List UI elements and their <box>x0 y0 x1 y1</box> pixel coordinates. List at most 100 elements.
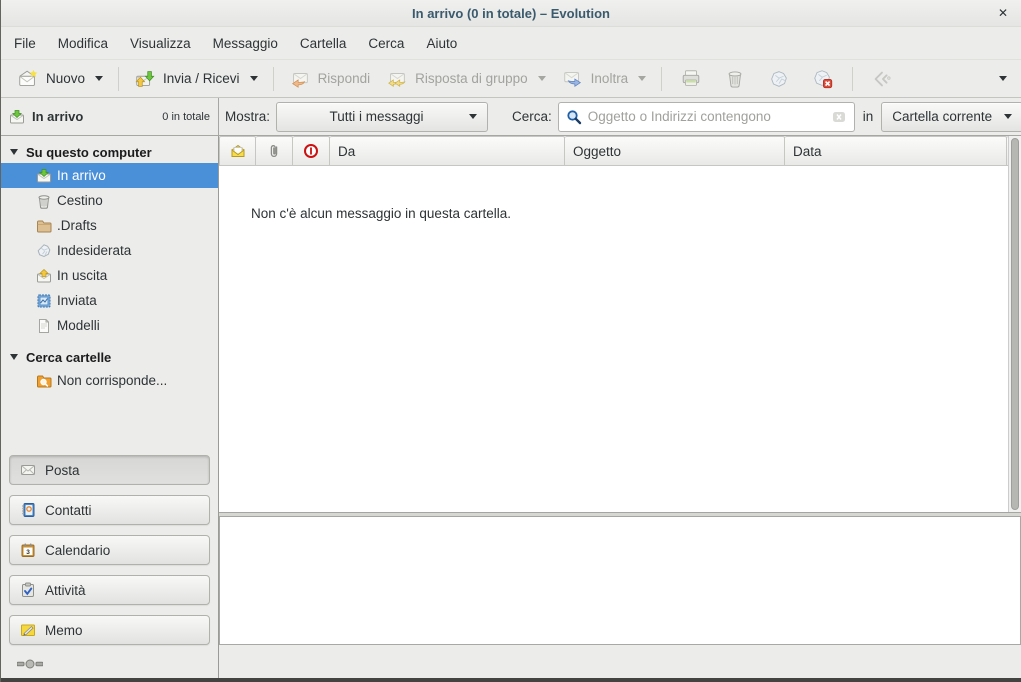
reply-button[interactable]: Rispondi <box>281 64 379 94</box>
send-receive-button[interactable]: Invia / Ricevi <box>126 64 266 94</box>
column-attachment[interactable] <box>256 136 293 166</box>
menu-visualizza[interactable]: Visualizza <box>119 31 202 56</box>
junk-icon <box>768 68 790 90</box>
status-bar <box>219 645 1021 678</box>
sidebar-item-drafts[interactable]: .Drafts <box>1 213 218 238</box>
menu-cerca[interactable]: Cerca <box>357 31 415 56</box>
search-input[interactable] <box>588 109 825 124</box>
sidebar-item-label: Indesiderata <box>57 243 131 258</box>
menu-messaggio[interactable]: Messaggio <box>202 31 289 56</box>
expander-icon[interactable] <box>10 149 18 155</box>
menu-cartella[interactable]: Cartella <box>289 31 358 56</box>
sidebar-item-label: Cestino <box>57 193 103 208</box>
current-folder-header: In arrivo 0 in totale <box>1 98 219 135</box>
tree-group-search-folders[interactable]: Cerca cartelle <box>1 346 218 368</box>
scrollbar-thumb[interactable] <box>1011 138 1019 510</box>
sidebar-item-label: In arrivo <box>57 168 106 183</box>
message-list-header: Da Oggetto Data <box>219 136 1021 166</box>
tree-group-label: Su questo computer <box>26 145 152 160</box>
inbox-icon <box>9 109 25 125</box>
search-label: Cerca: <box>512 109 552 124</box>
online-status-plug-icon[interactable] <box>17 657 43 671</box>
sidebar-item-in-arrivo[interactable]: In arrivo <box>1 163 218 188</box>
column-read-status[interactable] <box>219 136 256 166</box>
evolution-window: In arrivo (0 in totale) – Evolution ✕ Fi… <box>0 0 1021 682</box>
chevron-down-icon <box>1004 114 1012 119</box>
chevron-down-icon[interactable] <box>250 76 258 81</box>
switcher-label: Posta <box>45 463 80 478</box>
sidebar-item-non-corrisponde[interactable]: Non corrisponde... <box>1 368 218 393</box>
chevron-down-icon[interactable] <box>95 76 103 81</box>
print-button[interactable] <box>669 64 713 94</box>
switcher-memo-button[interactable]: Memo <box>9 615 210 645</box>
switcher-label: Calendario <box>45 543 110 558</box>
sidebar-item-cestino[interactable]: Cestino <box>1 188 218 213</box>
calendar-day-number: 3 <box>26 549 30 556</box>
menu-file[interactable]: File <box>3 31 47 56</box>
column-data[interactable]: Data <box>785 136 1007 166</box>
sidebar-item-modelli[interactable]: Modelli <box>1 313 218 338</box>
column-oggetto[interactable]: Oggetto <box>565 136 785 166</box>
sidebar-item-label: In uscita <box>57 268 107 283</box>
toolbar-overflow-button[interactable] <box>999 76 1007 81</box>
show-label: Mostra: <box>225 109 270 124</box>
forward-button[interactable]: Inoltra <box>554 64 655 94</box>
toolbar-separator <box>661 67 662 91</box>
back-button[interactable] <box>860 64 904 94</box>
menubar: File Modifica Visualizza Messaggio Carte… <box>1 27 1021 59</box>
reply-group-label: Risposta di gruppo <box>415 71 528 86</box>
sidebar-item-in-uscita[interactable]: In uscita <box>1 263 218 288</box>
chevron-down-icon[interactable] <box>638 76 646 81</box>
message-filter-dropdown[interactable]: Tutti i messaggi <box>276 102 488 132</box>
search-scope-dropdown[interactable]: Cartella corrente <box>881 102 1021 132</box>
window-bottom-edge <box>1 678 1021 682</box>
forward-icon <box>562 68 584 90</box>
not-junk-icon <box>812 68 834 90</box>
trash-icon <box>724 68 746 90</box>
sidebar-item-inviata[interactable]: Inviata <box>1 288 218 313</box>
column-da[interactable]: Da <box>330 136 565 166</box>
clear-search-icon[interactable] <box>831 109 847 125</box>
folder-tree: Su questo computer In arrivo <box>1 136 218 448</box>
close-icon[interactable]: ✕ <box>998 6 1008 20</box>
search-scope-value: Cartella corrente <box>892 109 1001 124</box>
new-message-button[interactable]: Nuovo <box>9 64 111 94</box>
templates-icon <box>36 318 52 334</box>
menu-aiuto[interactable]: Aiuto <box>415 31 468 56</box>
switcher-attivita-button[interactable]: Attività <box>9 575 210 605</box>
column-priority[interactable] <box>293 136 330 166</box>
chevron-down-icon[interactable] <box>538 76 546 81</box>
expander-icon[interactable] <box>10 354 18 360</box>
inbox-icon <box>36 168 52 184</box>
back-arrow-icon <box>871 68 893 90</box>
message-list[interactable]: Non c'è alcun messaggio in questa cartel… <box>219 166 1021 512</box>
forward-label: Inoltra <box>591 71 629 86</box>
filter-bar: In arrivo 0 in totale Mostra: Tutti i me… <box>1 98 1021 136</box>
tree-group-computer[interactable]: Su questo computer <box>1 141 218 163</box>
current-folder-name: In arrivo <box>32 109 83 124</box>
search-icon[interactable] <box>566 109 582 125</box>
tasks-icon <box>20 582 36 598</box>
calendar-icon: 3 <box>20 542 36 558</box>
not-junk-button[interactable] <box>801 64 845 94</box>
menu-modifica[interactable]: Modifica <box>47 31 119 56</box>
new-mail-icon <box>17 68 39 90</box>
read-status-icon <box>230 143 246 159</box>
sidebar-item-indesiderata[interactable]: Indesiderata <box>1 238 218 263</box>
sidebar-item-label: Non corrisponde... <box>57 373 167 388</box>
message-list-scrollbar[interactable] <box>1008 136 1021 512</box>
switcher-calendario-button[interactable]: 3 Calendario <box>9 535 210 565</box>
switcher-posta-button[interactable]: Posta <box>9 455 210 485</box>
reply-group-button[interactable]: Risposta di gruppo <box>378 64 554 94</box>
junk-button[interactable] <box>757 64 801 94</box>
toolbar-separator <box>273 67 274 91</box>
search-box <box>558 102 855 132</box>
search-folder-icon <box>36 373 52 389</box>
outbox-icon <box>36 268 52 284</box>
delete-button[interactable] <box>713 64 757 94</box>
memo-icon <box>20 622 36 638</box>
column-label: Data <box>793 144 822 159</box>
switcher-label: Contatti <box>45 503 92 518</box>
switcher-contatti-button[interactable]: Contatti <box>9 495 210 525</box>
folder-sidebar: Su questo computer In arrivo <box>1 136 219 678</box>
